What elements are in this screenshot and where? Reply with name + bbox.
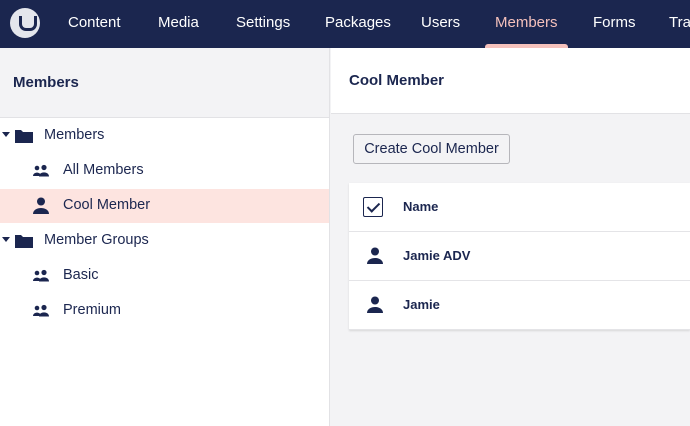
tree-item-member-groups[interactable]: Member Groups — [0, 224, 329, 258]
nav-item-users[interactable]: Users — [421, 0, 460, 48]
caret-down-icon[interactable] — [2, 237, 10, 242]
caret-down-icon[interactable] — [2, 132, 10, 137]
table-row[interactable]: Jamie ADV — [349, 232, 690, 281]
sidebar-header: Members — [0, 48, 329, 118]
tree-item-all-members[interactable]: All Members — [0, 154, 329, 188]
column-header-name[interactable]: Name — [403, 199, 438, 214]
tree-item-label: All Members — [63, 162, 144, 178]
tree-item-members[interactable]: Members — [0, 119, 329, 153]
table-header-row: Name — [349, 183, 690, 232]
nav-item-members[interactable]: Members — [485, 0, 567, 48]
select-all-checkbox[interactable] — [363, 197, 383, 217]
page-title: Cool Member — [349, 72, 445, 89]
tree-item-label: Members — [44, 127, 105, 143]
member-name[interactable]: Jamie — [403, 297, 440, 312]
tree-item-label: Cool Member — [63, 197, 151, 213]
user-icon — [33, 197, 49, 214]
umbraco-logo-icon[interactable] — [10, 8, 40, 38]
users-icon — [33, 164, 49, 177]
top-navigation: Content Media Settings Packages Users Me… — [0, 0, 690, 48]
main-panel: Cool Member Create Cool Member Name Jami… — [331, 48, 690, 426]
user-icon — [367, 247, 383, 264]
tree-item-label: Member Groups — [44, 232, 149, 248]
nav-item-forms[interactable]: Forms — [593, 0, 636, 48]
main-header: Cool Member — [331, 48, 690, 114]
folder-icon — [15, 235, 33, 248]
nav-item-content[interactable]: Content — [68, 0, 121, 48]
nav-item-translation[interactable]: Tra — [669, 0, 690, 48]
member-name[interactable]: Jamie ADV — [403, 248, 470, 263]
users-icon — [33, 304, 49, 317]
tree-item-label: Premium — [63, 302, 122, 318]
folder-icon — [15, 130, 33, 143]
members-table: Name Jamie ADV Jamie — [349, 183, 690, 330]
table-row[interactable]: Jamie — [349, 281, 690, 330]
tree-item-basic[interactable]: Basic — [0, 259, 329, 293]
users-icon — [33, 269, 49, 282]
create-cool-member-button[interactable]: Create Cool Member — [353, 134, 510, 164]
sidebar: Members Members All Members Cool Member … — [0, 48, 330, 426]
tree-item-premium[interactable]: Premium — [0, 294, 329, 328]
tree-item-label: Basic — [63, 267, 99, 283]
nav-item-settings[interactable]: Settings — [236, 0, 290, 48]
user-icon — [367, 296, 383, 313]
tree-item-cool-member[interactable]: Cool Member — [0, 189, 329, 223]
sidebar-title[interactable]: Members — [13, 74, 79, 91]
nav-item-media[interactable]: Media — [158, 0, 199, 48]
nav-item-packages[interactable]: Packages — [325, 0, 391, 48]
